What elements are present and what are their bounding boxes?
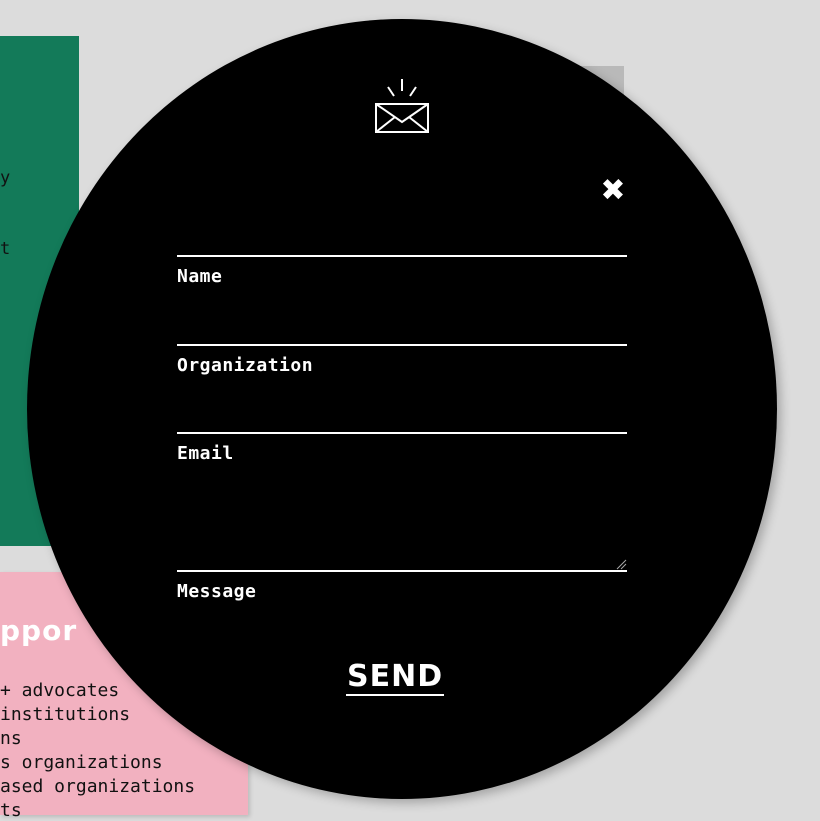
organization-field-group: Organization <box>177 344 631 432</box>
divider <box>177 432 627 434</box>
organization-input[interactable] <box>177 384 631 426</box>
message-field-group: Message <box>177 570 627 630</box>
name-field-group: Name <box>177 255 631 343</box>
message-label: Message <box>177 581 257 602</box>
contact-modal: ✖ Name Organization Email Message SEND <box>27 19 777 799</box>
send-button[interactable]: SEND <box>346 660 445 696</box>
email-input[interactable] <box>177 472 631 566</box>
resize-handle-icon[interactable] <box>615 558 627 570</box>
name-label: Name <box>177 266 223 287</box>
email-field-group: Email <box>177 432 631 570</box>
divider <box>177 255 627 257</box>
name-input[interactable] <box>177 295 631 337</box>
email-label: Email <box>177 443 234 464</box>
envelope-icon <box>375 79 429 133</box>
divider <box>177 570 627 572</box>
close-icon[interactable]: ✖ <box>600 176 626 206</box>
divider <box>177 344 627 346</box>
organization-label: Organization <box>177 355 314 376</box>
